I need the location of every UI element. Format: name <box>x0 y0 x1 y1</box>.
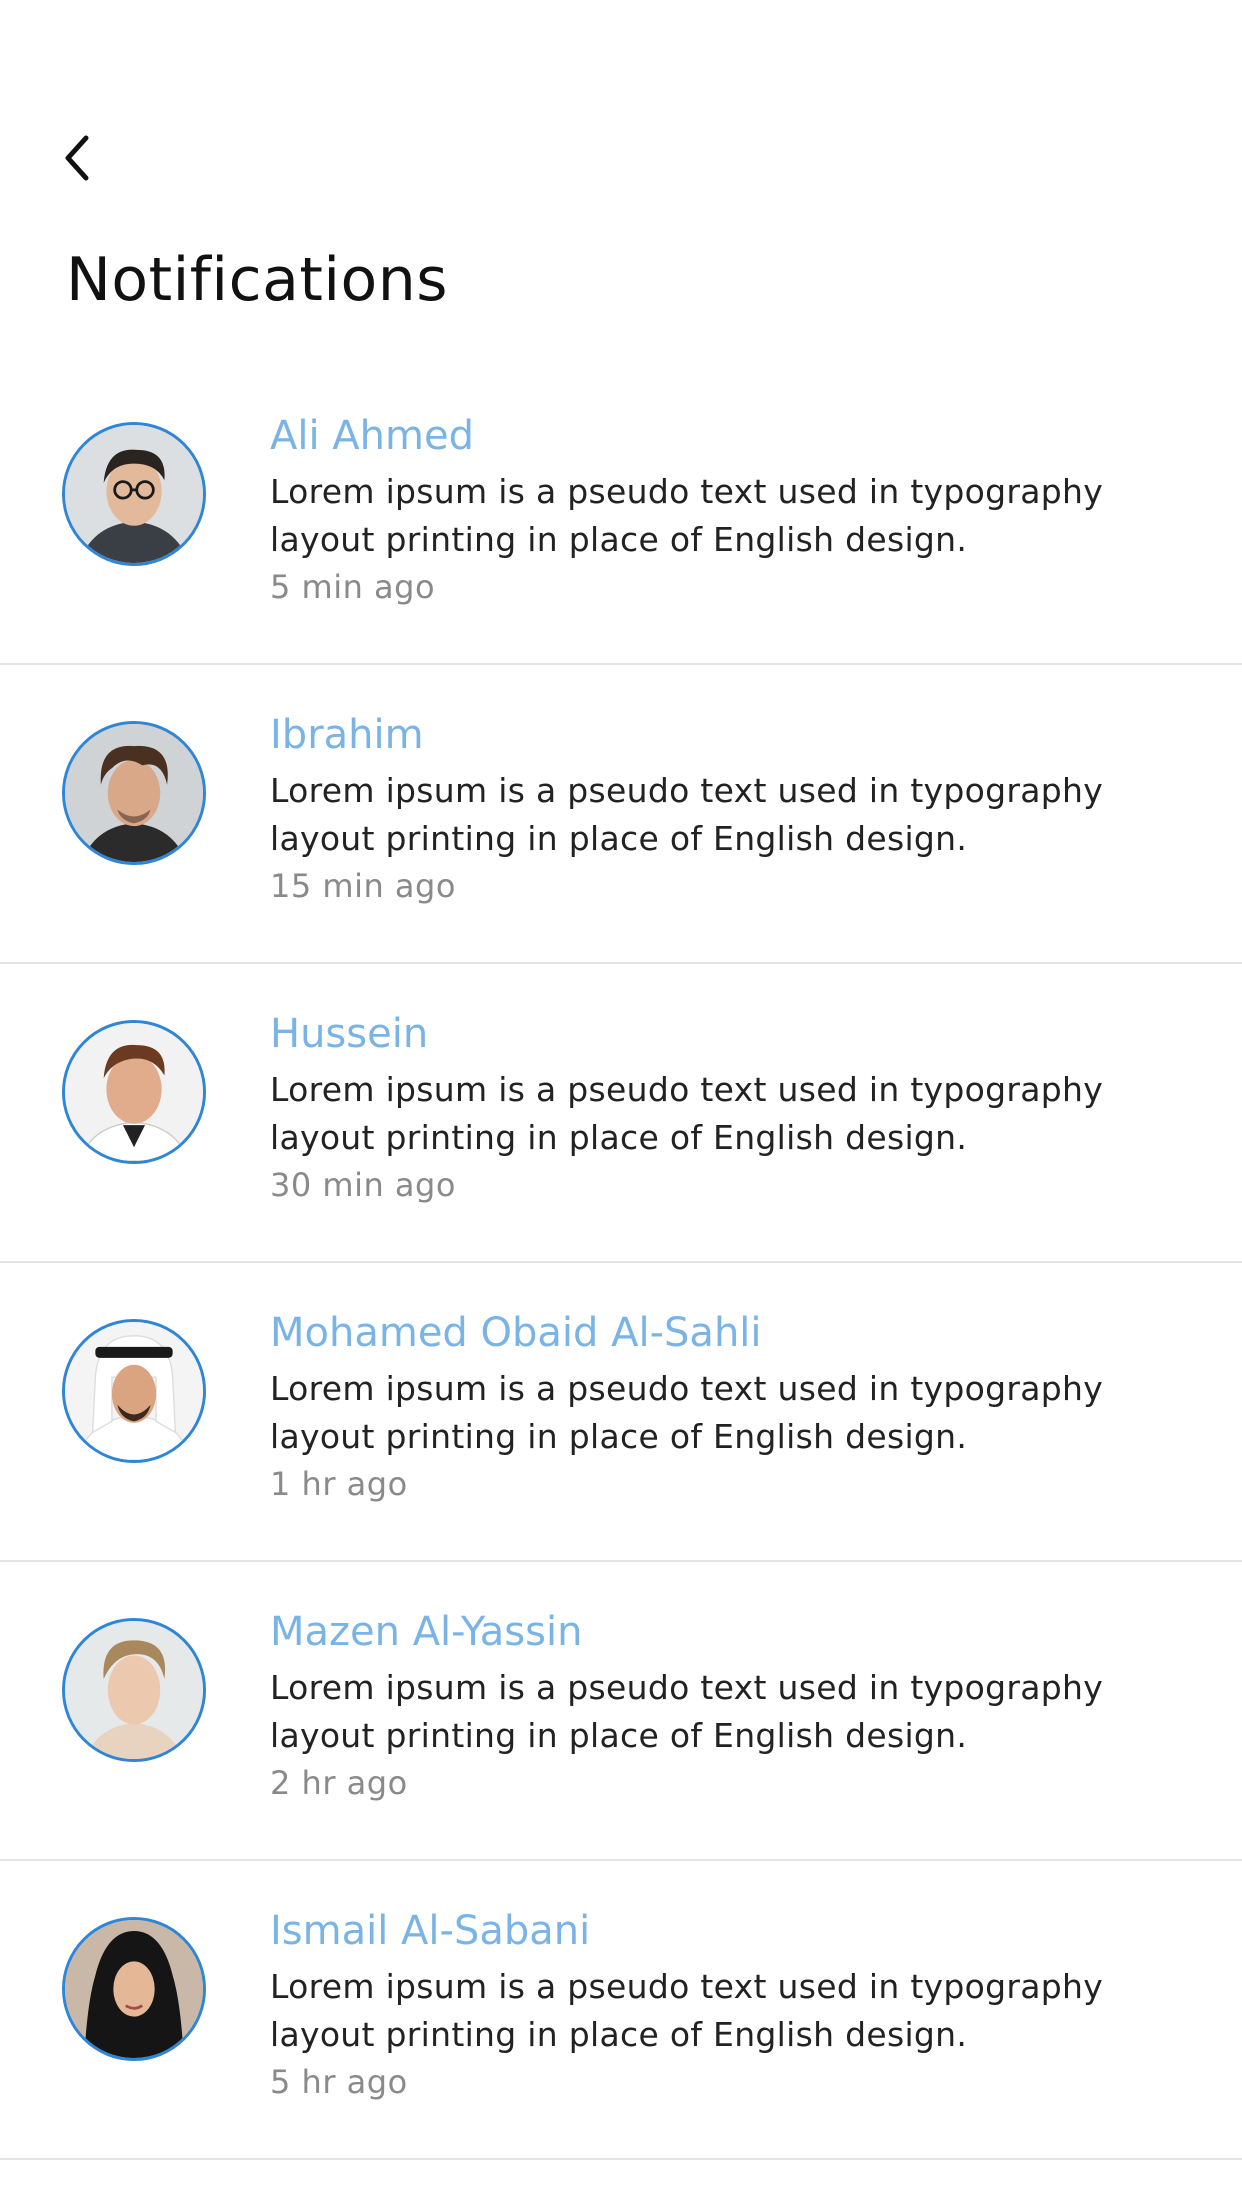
chevron-left-icon <box>65 135 89 181</box>
person-avatar-icon <box>65 1322 203 1460</box>
avatar[interactable] <box>62 1319 206 1463</box>
notification-item[interactable]: Mohamed Obaid Al-Sahli Lorem ipsum is a … <box>0 1263 1242 1562</box>
page-title: Notifications <box>66 245 449 315</box>
back-button[interactable] <box>56 128 100 188</box>
notification-item[interactable]: Ali Ahmed Lorem ipsum is a pseudo text u… <box>0 366 1242 665</box>
avatar[interactable] <box>62 721 206 865</box>
notification-time: 15 min ago <box>270 867 456 905</box>
notification-time: 5 min ago <box>270 568 436 606</box>
notification-sender-name: Mohamed Obaid Al-Sahli <box>270 1310 762 1356</box>
notification-sender-name: Hussein <box>270 1011 429 1057</box>
person-avatar-icon <box>65 1023 203 1161</box>
notification-sender-name: Ali Ahmed <box>270 413 474 459</box>
notification-message: Lorem ipsum is a pseudo text used in typ… <box>270 1369 1104 1456</box>
avatar[interactable] <box>62 1917 206 2061</box>
notification-sender-name: Ismail Al-Sabani <box>270 1908 591 1954</box>
notification-time: 2 hr ago <box>270 1764 408 1802</box>
person-avatar-icon <box>65 1621 203 1759</box>
notification-message: Lorem ipsum is a pseudo text used in typ… <box>270 1967 1104 2054</box>
notification-item[interactable]: Ibrahim Lorem ipsum is a pseudo text use… <box>0 665 1242 964</box>
notification-time: 30 min ago <box>270 1166 456 1204</box>
avatar[interactable] <box>62 422 206 566</box>
person-avatar-icon <box>65 425 203 563</box>
person-avatar-icon <box>65 724 203 862</box>
notification-list: Ali Ahmed Lorem ipsum is a pseudo text u… <box>0 366 1242 2160</box>
notification-sender-name: Ibrahim <box>270 712 424 758</box>
notification-item[interactable]: Ismail Al-Sabani Lorem ipsum is a pseudo… <box>0 1861 1242 2160</box>
notification-message: Lorem ipsum is a pseudo text used in typ… <box>270 771 1104 858</box>
avatar[interactable] <box>62 1020 206 1164</box>
notification-item[interactable]: Mazen Al-Yassin Lorem ipsum is a pseudo … <box>0 1562 1242 1861</box>
notification-time: 1 hr ago <box>270 1465 408 1503</box>
avatar[interactable] <box>62 1618 206 1762</box>
notification-time: 5 hr ago <box>270 2063 408 2101</box>
person-avatar-icon <box>65 1920 203 2058</box>
notification-sender-name: Mazen Al-Yassin <box>270 1609 583 1655</box>
notification-item[interactable]: Hussein Lorem ipsum is a pseudo text use… <box>0 964 1242 1263</box>
notification-message: Lorem ipsum is a pseudo text used in typ… <box>270 1070 1104 1157</box>
notification-message: Lorem ipsum is a pseudo text used in typ… <box>270 472 1104 559</box>
notification-message: Lorem ipsum is a pseudo text used in typ… <box>270 1668 1104 1755</box>
